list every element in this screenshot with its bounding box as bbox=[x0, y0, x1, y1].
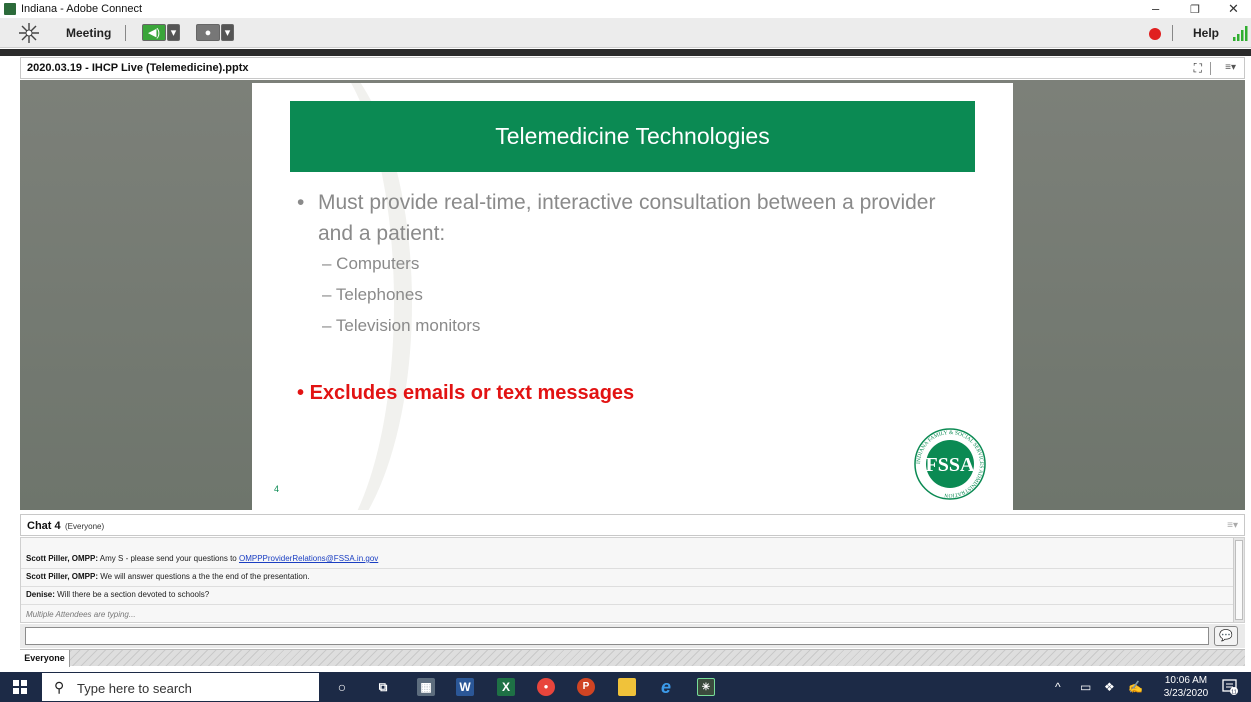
fssa-seal-logo: INDIANA FAMILY & SOCIAL SERVICES ADMINIS… bbox=[914, 428, 986, 500]
chat-sender: Scott Piller, OMPP: bbox=[26, 554, 99, 563]
speaker-dropdown-button[interactable]: ▾ bbox=[167, 24, 180, 41]
search-icon: ⚲ bbox=[54, 679, 65, 695]
slide-sub-bullet-computers: – Computers bbox=[322, 254, 420, 273]
chat-message: Denise: Will there be a section devoted … bbox=[26, 590, 209, 599]
minimize-button[interactable]: – bbox=[1152, 1, 1159, 16]
share-pod-title: 2020.03.19 - IHCP Live (Telemedicine).pp… bbox=[27, 62, 249, 74]
clock-date: 3/23/2020 bbox=[1163, 688, 1209, 699]
speaker-button[interactable]: ◀) bbox=[142, 24, 166, 41]
pen-icon[interactable]: ✍ bbox=[1128, 680, 1143, 694]
pod-options-menu-icon[interactable]: ≡▾ bbox=[1225, 62, 1236, 73]
task-view-icon[interactable]: ⧉ bbox=[374, 678, 392, 696]
chat-scrollbar[interactable] bbox=[1233, 538, 1244, 622]
chrome-icon[interactable]: ● bbox=[537, 678, 555, 696]
camera-dropdown-button[interactable]: ▾ bbox=[221, 24, 234, 41]
camera-button[interactable]: ● bbox=[196, 24, 220, 41]
dropbox-icon[interactable]: ❖ bbox=[1104, 680, 1115, 694]
svg-text:FSSA: FSSA bbox=[926, 454, 975, 476]
show-hidden-icons-icon[interactable]: ^ bbox=[1055, 680, 1061, 694]
network-icon[interactable]: ▭ bbox=[1080, 680, 1091, 694]
screen: Indiana - Adobe Connect – ❐ ✕ Meeting ◀)… bbox=[0, 0, 1251, 702]
toolbar-divider bbox=[125, 25, 126, 41]
slide-main-bullet: • Must provide real-time, interactive co… bbox=[297, 187, 957, 249]
slide-page-number: 4 bbox=[274, 484, 280, 494]
slide-sub-bullet-television: – Television monitors bbox=[322, 316, 481, 335]
file-explorer-icon[interactable] bbox=[618, 678, 636, 696]
chevron-down-icon: ▾ bbox=[224, 27, 231, 39]
chat-text: Amy S - please send your questions to bbox=[98, 554, 239, 563]
chat-message-input[interactable] bbox=[25, 627, 1209, 645]
slide-main-bullet-text: Must provide real-time, interactive cons… bbox=[318, 191, 936, 245]
presentation-slide: Telemedicine Technologies • Must provide… bbox=[252, 83, 1013, 510]
toolbar-separator-band bbox=[0, 49, 1251, 56]
pod-header-divider bbox=[1210, 62, 1211, 75]
chat-sender: Scott Piller, OMPP: bbox=[26, 572, 99, 581]
toolbar-divider bbox=[1172, 25, 1173, 41]
chat-text: Will there be a section devoted to schoo… bbox=[54, 590, 210, 599]
chat-typing-status: Multiple Attendees are typing... bbox=[26, 610, 136, 619]
notification-count: 11 bbox=[1231, 689, 1237, 695]
adobe-connect-icon[interactable]: ✳ bbox=[697, 678, 715, 696]
slide-sub-bullet-telephones: – Telephones bbox=[322, 285, 423, 304]
adobe-connect-app-icon bbox=[4, 3, 16, 15]
chat-input-row: 💬 bbox=[20, 624, 1245, 648]
record-indicator-icon[interactable] bbox=[1149, 28, 1161, 40]
slide-red-bullet-text: Excludes emails or text messages bbox=[309, 382, 635, 404]
chat-divider bbox=[21, 586, 1234, 587]
window-title-bar: Indiana - Adobe Connect – ❐ ✕ bbox=[0, 0, 1251, 18]
fullscreen-icon[interactable]: ⛶ bbox=[1194, 61, 1202, 76]
taskbar-search-box[interactable]: ⚲ Type here to search bbox=[42, 673, 319, 701]
clock-time: 10:06 AM bbox=[1164, 675, 1208, 686]
chevron-down-icon: ▾ bbox=[170, 27, 177, 39]
connect-logo-icon bbox=[19, 23, 39, 43]
chat-scrollbar-thumb[interactable] bbox=[1235, 540, 1243, 620]
bullet-dot: • bbox=[297, 382, 310, 404]
chat-divider bbox=[21, 568, 1234, 569]
chat-options-menu-icon[interactable]: ≡▾ bbox=[1227, 520, 1238, 531]
speech-bubble-icon: 💬 bbox=[1219, 630, 1233, 642]
slide-red-bullet: • Excludes emails or text messages bbox=[297, 382, 634, 405]
chat-pod-header: Chat 4 (Everyone) ≡▾ bbox=[20, 514, 1245, 536]
taskbar-search-placeholder: Type here to search bbox=[77, 681, 192, 696]
camera-icon: ● bbox=[204, 27, 212, 39]
taskbar-clock[interactable]: 10:06 AM 3/23/2020 bbox=[1158, 674, 1214, 700]
cortana-icon[interactable]: ○ bbox=[333, 678, 351, 696]
speaker-icon: ◀) bbox=[147, 27, 161, 39]
share-pod-header: 2020.03.19 - IHCP Live (Telemedicine).pp… bbox=[20, 57, 1245, 79]
chat-pod-scope: (Everyone) bbox=[65, 522, 105, 531]
chat-tab-bar: Everyone bbox=[20, 649, 1245, 667]
close-button[interactable]: ✕ bbox=[1228, 1, 1239, 17]
chat-message: Scott Piller, OMPP: Amy S - please send … bbox=[26, 554, 378, 563]
chat-message: Scott Piller, OMPP: We will answer quest… bbox=[26, 572, 310, 581]
chat-sender: Denise: bbox=[26, 590, 55, 599]
notification-center-icon[interactable]: 11 bbox=[1222, 679, 1238, 695]
meeting-toolbar: Meeting ◀) ▾ ● ▾ Help bbox=[0, 18, 1251, 48]
maximize-button[interactable]: ❐ bbox=[1190, 3, 1200, 16]
chat-text: We will answer questions a the the end o… bbox=[98, 572, 310, 581]
windows-start-button[interactable] bbox=[13, 680, 27, 694]
word-icon[interactable]: W bbox=[456, 678, 474, 696]
edge-icon[interactable]: e bbox=[657, 678, 675, 696]
powerpoint-icon[interactable]: P bbox=[577, 678, 595, 696]
excel-icon[interactable]: X bbox=[497, 678, 515, 696]
bullet-dot: • bbox=[297, 191, 305, 214]
signal-strength-icon bbox=[1233, 26, 1248, 41]
chat-pod-title: Chat 4 bbox=[27, 520, 61, 532]
chat-email-link[interactable]: OMPPProviderRelations@FSSA.in.gov bbox=[239, 554, 378, 563]
help-menu[interactable]: Help bbox=[1193, 26, 1219, 40]
window-title: Indiana - Adobe Connect bbox=[21, 3, 143, 15]
chat-message-list: Scott Piller, OMPP: Amy S - please send … bbox=[20, 537, 1245, 623]
chat-tab-everyone[interactable]: Everyone bbox=[20, 650, 70, 667]
calculator-icon[interactable]: ▦ bbox=[417, 678, 435, 696]
meeting-menu[interactable]: Meeting bbox=[66, 26, 111, 40]
chat-divider bbox=[21, 604, 1234, 605]
slide-title: Telemedicine Technologies bbox=[290, 101, 975, 172]
send-message-button[interactable]: 💬 bbox=[1214, 626, 1238, 646]
windows-taskbar: ⚲ Type here to search ○ ⧉ ▦ W X ● P e ✳ … bbox=[0, 672, 1251, 702]
